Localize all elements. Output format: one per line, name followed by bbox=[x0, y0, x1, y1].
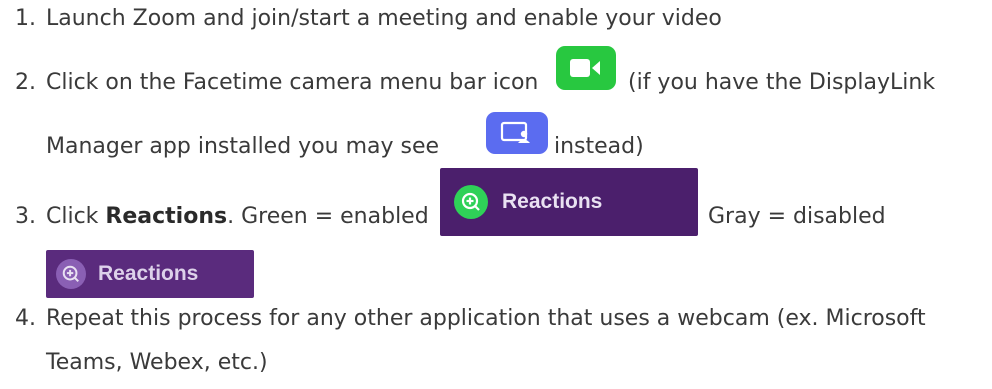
video-camera-icon bbox=[556, 46, 616, 90]
zoom-plus-icon bbox=[454, 185, 488, 219]
step-text: Repeat this process for any other applic… bbox=[46, 306, 926, 331]
step-number: 1. bbox=[15, 6, 36, 31]
step-number: 2. bbox=[15, 70, 36, 95]
zoom-plus-icon bbox=[56, 259, 86, 289]
reactions-bold: Reactions bbox=[105, 204, 228, 229]
step-3: 3. Click Reactions. Green = enabled bbox=[0, 204, 429, 229]
step-text: Launch Zoom and join/start a meeting and… bbox=[46, 6, 722, 31]
step-number: 3. bbox=[15, 204, 36, 229]
reactions-disabled-screenshot: Reactions bbox=[46, 250, 254, 298]
step-2-line2: Manager app installed you may see bbox=[46, 134, 440, 159]
step-text-mid: . Green = enabled bbox=[227, 204, 429, 229]
reactions-label: Reactions bbox=[502, 190, 603, 213]
step-3-text-after: Gray = disabled bbox=[708, 204, 886, 229]
reactions-label: Reactions bbox=[98, 262, 199, 285]
step-2: 2. Click on the Facetime camera menu bar … bbox=[0, 70, 538, 95]
display-person-icon bbox=[486, 112, 548, 154]
step-4-line2: Teams, Webex, etc.) bbox=[46, 350, 268, 375]
reactions-enabled-screenshot: Reactions bbox=[440, 168, 698, 236]
step-4: 4. Repeat this process for any other appl… bbox=[0, 306, 926, 331]
step-text: Click bbox=[46, 204, 106, 229]
step-2-line2-after: instead) bbox=[554, 134, 644, 159]
step-number: 4. bbox=[15, 306, 36, 331]
step-1: 1. Launch Zoom and join/start a meeting a… bbox=[0, 6, 722, 31]
step-2-text-after: (if you have the DisplayLink bbox=[628, 70, 936, 95]
step-text: Click on the Facetime camera menu bar ic… bbox=[46, 70, 539, 95]
